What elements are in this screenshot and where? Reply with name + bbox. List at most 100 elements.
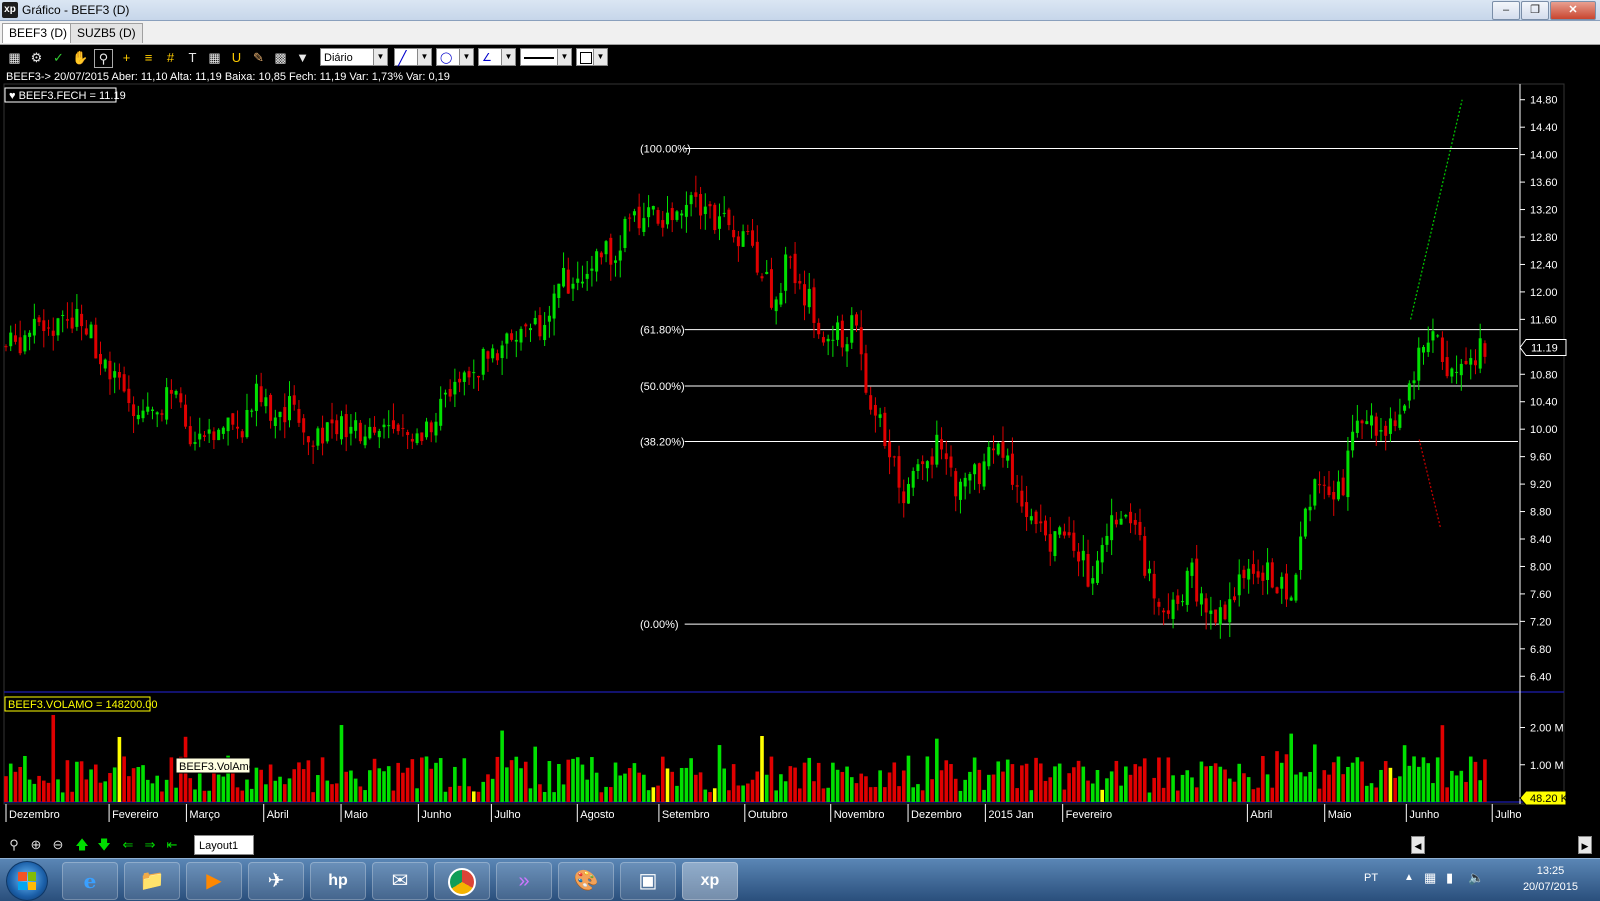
volume-bar (519, 768, 523, 802)
candle-body (1129, 511, 1133, 524)
volume-bar (1053, 766, 1057, 802)
candle-body (1181, 601, 1185, 603)
candle-body (1303, 508, 1307, 537)
volume-bar (396, 762, 400, 802)
scanner-app-icon[interactable]: ✉ (372, 862, 428, 900)
month-label: Maio (344, 809, 368, 821)
volume-bar (1402, 745, 1407, 802)
candle-body (708, 204, 712, 207)
volume-bar (1246, 777, 1251, 802)
candle-body (500, 345, 504, 359)
volume-bar (1067, 773, 1071, 802)
candle-body (84, 328, 88, 335)
internet-explorer-icon[interactable]: e (62, 862, 118, 900)
candle-body (722, 212, 726, 214)
price-volume-chart[interactable]: 14.80 14.40 14.00 13.60 13.20 12.80 12.40 12.00… (0, 0, 1600, 834)
scroll-left-button[interactable]: ◀ (1411, 836, 1425, 854)
volume-bar (1473, 761, 1478, 802)
volume-bar (1360, 761, 1364, 802)
signal-icon[interactable]: ▮ (1446, 870, 1453, 886)
candle-body (547, 315, 551, 322)
volume-icon[interactable]: 🔈 (1468, 870, 1484, 886)
volume-bar (660, 756, 665, 802)
paint-icon[interactable]: 🎨 (558, 862, 614, 900)
volume-bar (32, 783, 37, 802)
candle-body (774, 299, 778, 312)
chrome-icon[interactable] (434, 862, 490, 900)
price-tick-label: 12.40 (1530, 259, 1558, 271)
candle-body (1020, 490, 1024, 507)
volume-bar (987, 774, 991, 802)
volume-bar (1034, 757, 1038, 802)
scroll-right-button[interactable]: ▶ (1578, 836, 1592, 854)
image-viewer-icon[interactable]: ▣ (620, 862, 676, 900)
candle-body (61, 314, 65, 316)
arrow-down-icon[interactable]: 🡇 (96, 837, 112, 853)
candle-body (377, 431, 381, 438)
volume-bar (202, 790, 207, 802)
volume-bar (561, 784, 566, 802)
candle-body (467, 371, 471, 378)
candle-body (1081, 550, 1085, 561)
arrow-left-icon[interactable]: ⇐ (120, 837, 136, 853)
candle-body (122, 374, 126, 392)
layout-tab[interactable]: Layout1 (194, 835, 254, 855)
system-clock[interactable]: 13:25 20/07/2015 (1523, 863, 1578, 895)
media-player-icon[interactable]: ▶ (186, 862, 242, 900)
volume-bar (1100, 789, 1104, 802)
price-tick-label: 11.60 (1530, 314, 1557, 326)
volume-bar (377, 768, 382, 802)
media-app-icon[interactable]: » (496, 862, 552, 900)
candle-body (28, 332, 32, 337)
volume-bar (760, 736, 764, 802)
volume-bar (911, 787, 915, 802)
windows-flag-tray-icon[interactable]: ▦ (1424, 870, 1436, 886)
tray-expand-icon[interactable]: ▲ (1404, 872, 1414, 883)
candle-body (1176, 595, 1180, 604)
candle-body (552, 293, 556, 319)
candle-body (453, 381, 457, 395)
volume-bar (642, 774, 646, 802)
file-explorer-icon[interactable]: 📁 (124, 862, 180, 900)
xp-trading-icon[interactable]: xp (682, 862, 738, 900)
candle-body (1190, 562, 1194, 576)
volume-bar (212, 771, 216, 802)
volume-bar (982, 789, 986, 802)
arrow-up-icon[interactable]: 🡅 (74, 837, 90, 853)
language-indicator[interactable]: PT (1364, 872, 1378, 884)
candle-body (136, 414, 140, 420)
zoom-out-icon[interactable]: ⊖ (50, 837, 66, 853)
candle-body (958, 481, 962, 500)
volume-bar (1133, 764, 1138, 802)
volume-bar (1346, 766, 1350, 802)
month-label: Novembro (834, 809, 885, 821)
search-icon[interactable]: ⚲ (6, 837, 22, 853)
volume-bar (231, 769, 235, 802)
volume-bar (60, 792, 65, 802)
volume-bar (557, 764, 561, 802)
price-tick-label: 9.60 (1530, 452, 1551, 464)
volume-bar (1440, 725, 1445, 802)
hp-icon[interactable]: hp (310, 862, 366, 900)
month-label: Dezembro (9, 809, 60, 821)
candle-body (689, 195, 693, 205)
candle-body (23, 335, 27, 352)
volume-bar (1365, 785, 1369, 802)
volume-bar (703, 789, 708, 802)
candle-body (56, 318, 60, 336)
volume-bar (509, 760, 514, 802)
volume-bar (259, 769, 263, 802)
volume-bar (292, 769, 297, 802)
volume-bar (996, 761, 1001, 802)
volume-bar (287, 778, 292, 802)
arrow-right-icon[interactable]: ⇒ (142, 837, 158, 853)
volume-bar (1407, 765, 1412, 802)
candle-body (1294, 574, 1298, 601)
arrow-end-icon[interactable]: ⇤ (164, 837, 180, 853)
network-app-icon[interactable]: ✈ (248, 862, 304, 900)
volume-bar (438, 758, 443, 802)
month-label: Outubro (748, 809, 788, 821)
start-button[interactable] (6, 861, 48, 901)
volume-bar (174, 787, 178, 802)
zoom-in-icon[interactable]: ⊕ (28, 837, 44, 853)
